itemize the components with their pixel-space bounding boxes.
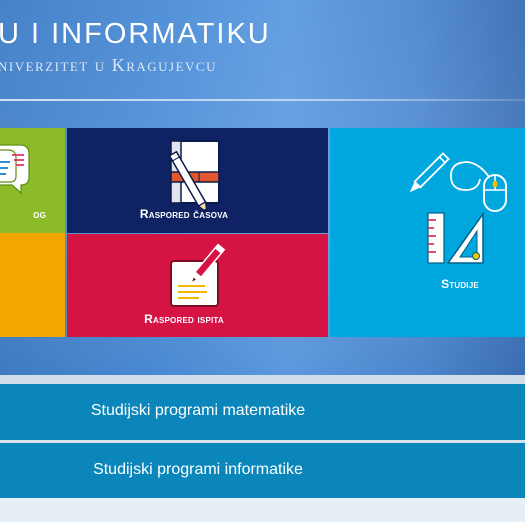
header-divider <box>0 99 525 101</box>
tile-studije[interactable]: Studije <box>330 128 525 337</box>
faculty-title: U I INFORMATIKU <box>0 18 271 50</box>
programs-top-strip <box>0 375 525 384</box>
program-link-label: Studijski programi matematike <box>90 402 306 419</box>
tile-raspored-ispita[interactable]: Raspored ispita <box>67 234 328 337</box>
program-link-label: Studijski programi informatike <box>93 461 303 478</box>
tile-blog[interactable]: og <box>0 128 65 233</box>
tile-raspored-casova[interactable]: Raspored časova <box>67 128 328 233</box>
tile-raspored-ispita-label: Raspored ispita <box>144 312 224 326</box>
program-link-matematika[interactable]: Studijski programi matematike <box>0 384 525 440</box>
tile-raspored-casova-label: Raspored časova <box>139 207 229 221</box>
page-bottom-area <box>0 498 525 522</box>
tile-studije-label: Studije <box>441 277 479 291</box>
tile-blog-label: og <box>33 207 46 221</box>
tile-orange[interactable] <box>0 233 65 337</box>
study-tools-icon <box>409 152 507 264</box>
program-link-informatika[interactable]: Studijski programi informatike <box>0 443 525 498</box>
university-subtitle: niverzitet u Kragujevcu <box>0 55 217 75</box>
